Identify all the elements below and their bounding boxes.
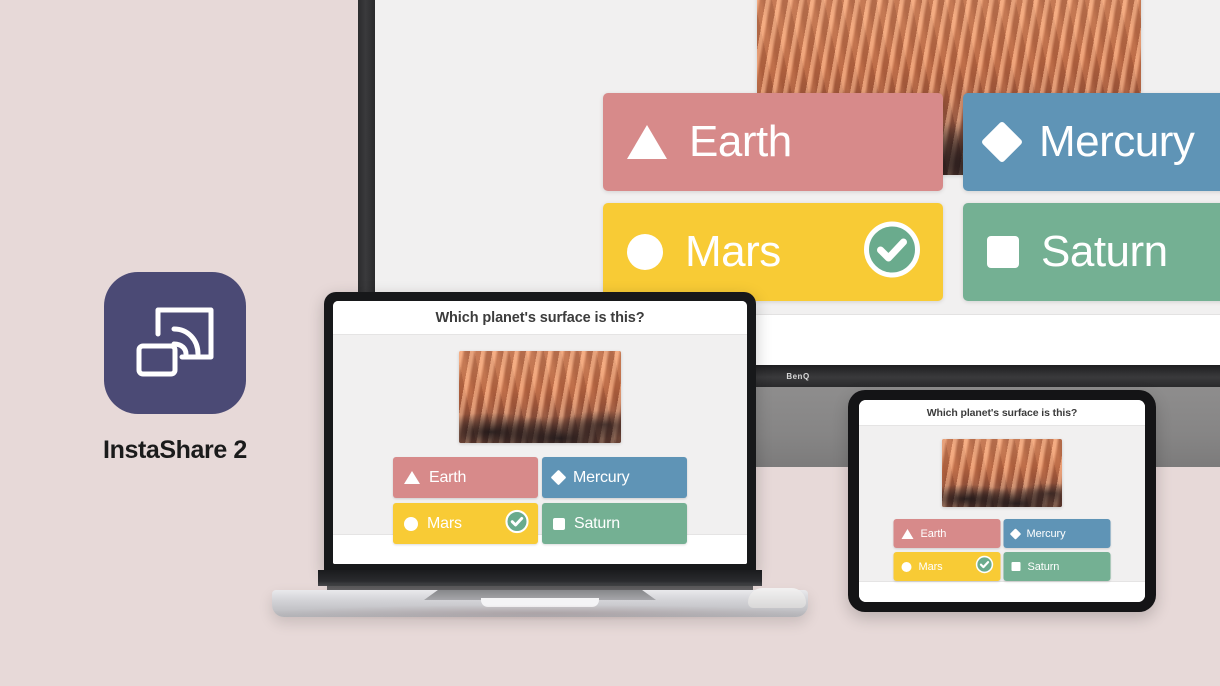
answer-card-earth[interactable]: Earth: [603, 93, 943, 191]
laptop-device: Which planet's surface is this? Earth Me…: [272, 292, 808, 617]
answer-label: Mars: [918, 560, 943, 573]
square-icon: [1011, 562, 1021, 571]
answer-grid-laptop: Earth Mercury Mars Saturn: [393, 457, 687, 544]
answer-card-earth[interactable]: Earth: [393, 457, 538, 498]
monitor-screen: Earth Mercury Mars Saturn: [375, 0, 1220, 314]
answer-card-mars[interactable]: Mars: [603, 203, 943, 301]
answer-label: Mars: [427, 514, 462, 532]
answer-label: Mercury: [573, 468, 630, 486]
triangle-icon: [901, 528, 914, 539]
quiz-titlebar-laptop: Which planet's surface is this?: [333, 301, 747, 335]
answer-card-saturn[interactable]: Saturn: [542, 503, 687, 544]
check-circle-icon: [975, 555, 994, 578]
answer-label: Saturn: [1027, 560, 1060, 573]
answer-card-mercury[interactable]: Mercury: [963, 93, 1220, 191]
circle-icon: [404, 516, 418, 531]
triangle-icon: [404, 471, 420, 484]
mouse-device: [748, 588, 806, 608]
answer-card-mercury[interactable]: Mercury: [542, 457, 687, 498]
circle-icon: [901, 561, 912, 572]
answer-card-mercury[interactable]: Mercury: [1003, 519, 1111, 548]
answer-grid-monitor: Earth Mercury Mars Saturn: [603, 93, 1220, 301]
square-icon: [553, 517, 565, 530]
answer-label: Earth: [429, 468, 467, 486]
square-icon: [987, 236, 1019, 268]
tablet-device: Which planet's surface is this? Earth Me…: [848, 390, 1156, 612]
quiz-hero-image-laptop: [459, 351, 621, 443]
triangle-icon: [627, 125, 667, 159]
check-circle-icon: [863, 221, 921, 284]
diamond-icon: [550, 469, 567, 486]
laptop-screen: Which planet's surface is this? Earth Me…: [333, 301, 747, 564]
scene: InstaShare 2 Earth Mercury Mars Saturn B…: [0, 0, 1220, 686]
answer-label: Mars: [685, 227, 781, 276]
answer-label: Saturn: [1041, 227, 1168, 276]
answer-label: Earth: [920, 527, 947, 540]
quiz-body-tablet: Earth Mercury Mars Saturn: [859, 426, 1145, 581]
answer-card-mars[interactable]: Mars: [893, 552, 1001, 581]
diamond-icon: [1009, 527, 1022, 540]
answer-label: Saturn: [574, 514, 620, 532]
circle-icon: [627, 234, 663, 270]
laptop-shadow: [268, 605, 813, 621]
app-name-label: InstaShare 2: [103, 436, 247, 464]
brand-block: InstaShare 2: [95, 272, 255, 465]
answer-card-saturn[interactable]: Saturn: [1003, 552, 1111, 581]
quiz-footer-tablet: [859, 581, 1145, 602]
quiz-body-laptop: Earth Mercury Mars Saturn: [333, 335, 747, 544]
answer-card-mars[interactable]: Mars: [393, 503, 538, 544]
diamond-icon: [980, 120, 1024, 164]
quiz-question: Which planet's surface is this?: [926, 406, 1078, 419]
quiz-titlebar-tablet: Which planet's surface is this?: [859, 400, 1145, 426]
answer-card-saturn[interactable]: Saturn: [963, 203, 1220, 301]
laptop-lid: Which planet's surface is this? Earth Me…: [324, 292, 756, 574]
answer-grid-tablet: Earth Mercury Mars Saturn: [893, 519, 1111, 581]
check-circle-icon: [505, 509, 529, 538]
answer-label: Earth: [689, 117, 792, 166]
answer-label: Mercury: [1039, 117, 1195, 166]
tablet-screen: Which planet's surface is this? Earth Me…: [859, 400, 1145, 602]
quiz-hero-image-tablet: [942, 439, 1062, 507]
answer-card-earth[interactable]: Earth: [893, 519, 1001, 548]
app-icon[interactable]: [104, 272, 246, 414]
answer-label: Mercury: [1026, 527, 1066, 540]
quiz-question: Which planet's surface is this?: [435, 309, 645, 326]
